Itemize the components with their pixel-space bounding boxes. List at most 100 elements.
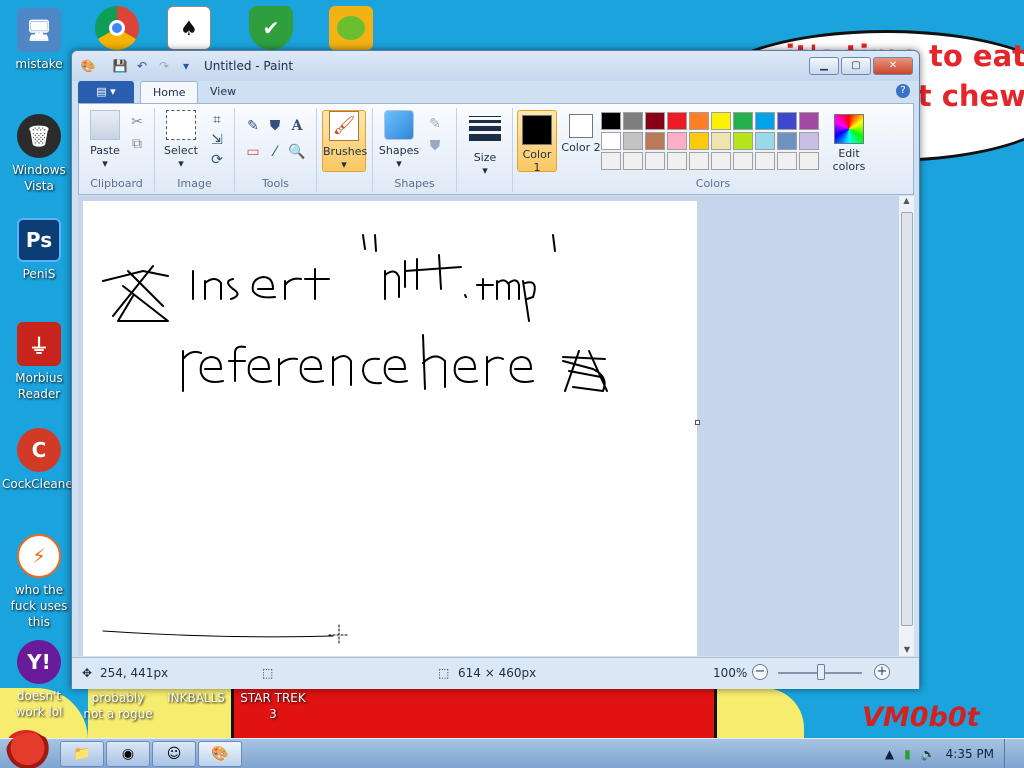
text-icon[interactable]: A <box>287 116 307 136</box>
eraser-icon[interactable]: ▭ <box>243 142 263 162</box>
desktop-icon-mistake[interactable]: 🖥 mistake <box>2 8 76 72</box>
desktop-icon-who-uses-this[interactable]: ⚡ who the fuck uses this <box>2 534 76 630</box>
taskbar-explorer[interactable]: 📁 <box>60 741 104 767</box>
paint-app-icon[interactable]: 🎨 <box>80 58 96 74</box>
drawing-canvas[interactable] <box>83 201 697 656</box>
zoom-slider-knob[interactable] <box>817 664 825 680</box>
palette-swatch[interactable] <box>689 112 709 130</box>
shapes-button[interactable]: Shapes ▾ <box>377 110 421 170</box>
desktop-icon-cockcleaner[interactable]: C CockCleaner <box>2 428 78 492</box>
palette-swatch[interactable] <box>667 152 687 170</box>
network-icon[interactable]: ▮ <box>904 747 911 761</box>
explorer-icon: 📁 <box>73 746 91 762</box>
palette-swatch[interactable] <box>623 152 643 170</box>
palette-swatch[interactable] <box>667 112 687 130</box>
clock[interactable]: 4:35 PM <box>946 747 994 761</box>
cut-icon[interactable]: ✂ <box>127 112 147 132</box>
title-bar[interactable]: 🎨 💾 ↶ ↷ ▾ Untitled - Paint ▁ ▢ ✕ <box>72 51 919 81</box>
close-button[interactable]: ✕ <box>873 57 913 75</box>
copy-icon[interactable]: ⧉ <box>127 134 147 154</box>
color2-button[interactable]: Color 2 <box>561 110 601 172</box>
edit-colors-button[interactable]: Edit colors <box>827 110 871 173</box>
palette-swatch[interactable] <box>777 132 797 150</box>
customize-toolbar-icon[interactable]: ▾ <box>178 58 194 74</box>
palette-swatch[interactable] <box>689 152 709 170</box>
crop-icon[interactable]: ⌗ <box>207 110 227 130</box>
palette-swatch[interactable] <box>755 152 775 170</box>
desktop-icon-chrome[interactable] <box>80 6 154 54</box>
palette-swatch[interactable] <box>623 132 643 150</box>
palette-swatch[interactable] <box>777 152 797 170</box>
select-button[interactable]: Select ▾ <box>159 110 203 170</box>
scroll-up-icon[interactable]: ▲ <box>899 196 914 205</box>
scroll-down-icon[interactable]: ▼ <box>899 645 914 654</box>
start-button[interactable] <box>6 733 54 768</box>
paint-menu-button[interactable]: ▤ ▾ <box>78 81 134 103</box>
desktop-icon-windows-vista[interactable]: 🗑 Windows Vista <box>2 114 76 194</box>
palette-swatch[interactable] <box>645 152 665 170</box>
desktop-label-probably-not-a-rogue[interactable]: probably not a rogue <box>80 690 156 722</box>
palette-swatch[interactable] <box>777 112 797 130</box>
size-button[interactable]: Size ▾ <box>463 110 507 177</box>
redo-icon[interactable]: ↷ <box>156 58 172 74</box>
palette-swatch[interactable] <box>799 112 819 130</box>
taskbar-chrome[interactable]: ◉ <box>106 741 150 767</box>
palette-swatch[interactable] <box>689 132 709 150</box>
show-hidden-icons[interactable]: ▲ <box>885 747 894 761</box>
rotate-icon[interactable]: ⟳ <box>207 150 227 170</box>
palette-swatch[interactable] <box>711 152 731 170</box>
desktop-icon-solitaire[interactable]: ♠ <box>152 6 226 54</box>
minimize-button[interactable]: ▁ <box>809 57 839 75</box>
desktop-icon-photoshop[interactable]: Ps PeniS <box>2 218 76 282</box>
vertical-scrollbar[interactable]: ▲ ▼ <box>898 196 914 656</box>
palette-swatch[interactable] <box>733 152 753 170</box>
help-icon[interactable]: ? <box>896 84 910 98</box>
magnifier-icon[interactable]: 🔍 <box>287 142 307 162</box>
palette-swatch[interactable] <box>601 132 621 150</box>
palette-swatch[interactable] <box>623 112 643 130</box>
desktop-icon-security[interactable]: ✔ <box>234 6 308 54</box>
fill-icon[interactable]: ⛊ <box>265 116 285 136</box>
palette-swatch[interactable] <box>601 152 621 170</box>
paint-window: 🎨 💾 ↶ ↷ ▾ Untitled - Paint ▁ ▢ ✕ ▤ ▾ Hom… <box>71 50 920 689</box>
palette-swatch[interactable] <box>711 112 731 130</box>
desktop-icon-yahoo[interactable]: Y! doesn't work lol <box>2 640 76 720</box>
volume-icon[interactable]: 🔈 <box>921 747 936 761</box>
save-icon[interactable]: 💾 <box>112 58 128 74</box>
undo-icon[interactable]: ↶ <box>134 58 150 74</box>
outline-icon[interactable]: ✎ <box>425 114 445 134</box>
palette-swatch[interactable] <box>645 112 665 130</box>
show-desktop-button[interactable] <box>1004 739 1016 768</box>
paste-button[interactable]: Paste ▾ <box>83 110 127 170</box>
taskbar-paint[interactable]: 🎨 <box>198 741 242 767</box>
tab-view[interactable]: View <box>198 81 248 103</box>
maximize-button[interactable]: ▢ <box>841 57 871 75</box>
palette-swatch[interactable] <box>733 132 753 150</box>
brushes-button[interactable]: 🖌 Brushes ▾ <box>322 110 367 172</box>
tab-home[interactable]: Home <box>140 81 199 103</box>
desktop-label-star-trek[interactable]: STAR TREK 3 <box>236 690 310 722</box>
palette-swatch[interactable] <box>799 132 819 150</box>
palette-swatch[interactable] <box>755 132 775 150</box>
resize-icon[interactable]: ⇲ <box>207 130 227 150</box>
taskbar-messenger[interactable]: ☺ <box>152 741 196 767</box>
palette-swatch[interactable] <box>755 112 775 130</box>
photoshop-icon: Ps <box>17 218 61 262</box>
scrollbar-thumb[interactable] <box>901 212 913 626</box>
palette-swatch[interactable] <box>645 132 665 150</box>
color1-button[interactable]: Color 1 <box>517 110 557 174</box>
palette-swatch[interactable] <box>667 132 687 150</box>
resize-handle-right[interactable] <box>695 420 700 425</box>
desktop-icon-bad-piggies[interactable] <box>314 6 388 54</box>
desktop-icon-morbius-reader[interactable]: ⏚ Morbius Reader <box>2 322 76 402</box>
palette-swatch[interactable] <box>711 132 731 150</box>
zoom-in-button[interactable]: + <box>874 664 890 680</box>
pencil-icon[interactable]: ✎ <box>243 116 263 136</box>
palette-swatch[interactable] <box>799 152 819 170</box>
color-picker-icon[interactable]: ⁄ <box>265 142 285 162</box>
fill-shape-icon[interactable]: ⛊ <box>425 136 445 156</box>
palette-swatch[interactable] <box>733 112 753 130</box>
zoom-out-button[interactable]: − <box>752 664 768 680</box>
palette-swatch[interactable] <box>601 112 621 130</box>
desktop-label-inkballs[interactable]: INKBALLS <box>158 690 234 706</box>
